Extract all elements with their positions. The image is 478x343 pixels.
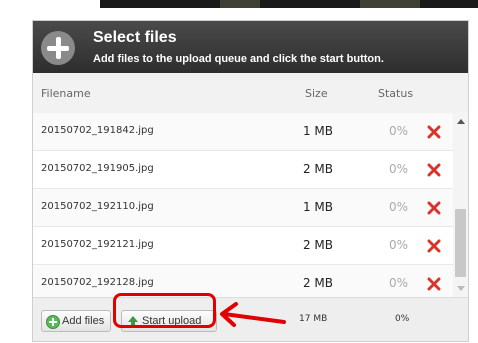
file-status: 0%: [388, 238, 408, 252]
add-files-label: Add files: [62, 315, 105, 327]
remove-file-icon[interactable]: [427, 239, 441, 253]
upload-arrow-icon: [128, 316, 138, 326]
start-upload-label: Start upload: [142, 315, 202, 327]
file-row: 20150702_191905.jpg 2 MB 0%: [33, 151, 453, 189]
background-photo-strip: [100, 0, 478, 8]
uploader-subtitle: Add files to the upload queue and click …: [93, 53, 384, 65]
column-filename: Filename: [41, 87, 91, 100]
file-status: 0%: [388, 162, 408, 176]
file-list: 20150702_191842.jpg 1 MB 0% 20150702_191…: [33, 113, 453, 297]
uploader-footer: Add files Start upload 17 MB 0%: [33, 297, 468, 341]
remove-file-icon[interactable]: [427, 125, 441, 139]
file-name: 20150702_192110.jpg: [41, 201, 154, 212]
file-name: 20150702_191905.jpg: [41, 163, 154, 174]
remove-file-icon[interactable]: [427, 201, 441, 215]
file-row: 20150702_192110.jpg 1 MB 0%: [33, 189, 453, 227]
total-size: 17 MB: [299, 314, 328, 324]
scroll-down-arrow-icon[interactable]: [457, 286, 465, 291]
file-uploader: Select files Add files to the upload que…: [32, 20, 469, 342]
file-name: 20150702_191842.jpg: [41, 125, 154, 136]
file-size: 2 MB: [302, 276, 333, 290]
file-name: 20150702_192121.jpg: [41, 239, 154, 250]
file-row: 20150702_192128.jpg 2 MB 0%: [33, 265, 453, 297]
column-header-row: Filename Size Status: [33, 73, 468, 114]
file-size: 1 MB: [302, 124, 333, 138]
file-status: 0%: [388, 124, 408, 138]
file-size: 1 MB: [302, 200, 333, 214]
add-files-button[interactable]: Add files: [41, 310, 111, 332]
start-upload-button[interactable]: Start upload: [121, 310, 217, 332]
column-size: Size: [305, 87, 328, 100]
file-status: 0%: [388, 276, 408, 290]
file-size: 2 MB: [302, 162, 333, 176]
file-size: 2 MB: [302, 238, 333, 252]
scroll-up-arrow-icon[interactable]: [457, 119, 465, 124]
column-status: Status: [378, 87, 414, 100]
total-status: 0%: [395, 314, 410, 324]
remove-file-icon[interactable]: [427, 163, 441, 177]
file-list-scrollbar[interactable]: [453, 113, 468, 297]
plus-circle-icon: [41, 31, 75, 65]
add-circle-icon: [46, 315, 60, 329]
file-row: 20150702_192121.jpg 2 MB 0%: [33, 227, 453, 265]
uploader-header: Select files Add files to the upload que…: [33, 21, 468, 73]
remove-file-icon[interactable]: [427, 277, 441, 291]
scrollbar-thumb[interactable]: [455, 209, 466, 277]
uploader-title: Select files: [93, 29, 177, 46]
file-status: 0%: [388, 200, 408, 214]
file-name: 20150702_192128.jpg: [41, 277, 154, 288]
file-row: 20150702_191842.jpg 1 MB 0%: [33, 113, 453, 151]
